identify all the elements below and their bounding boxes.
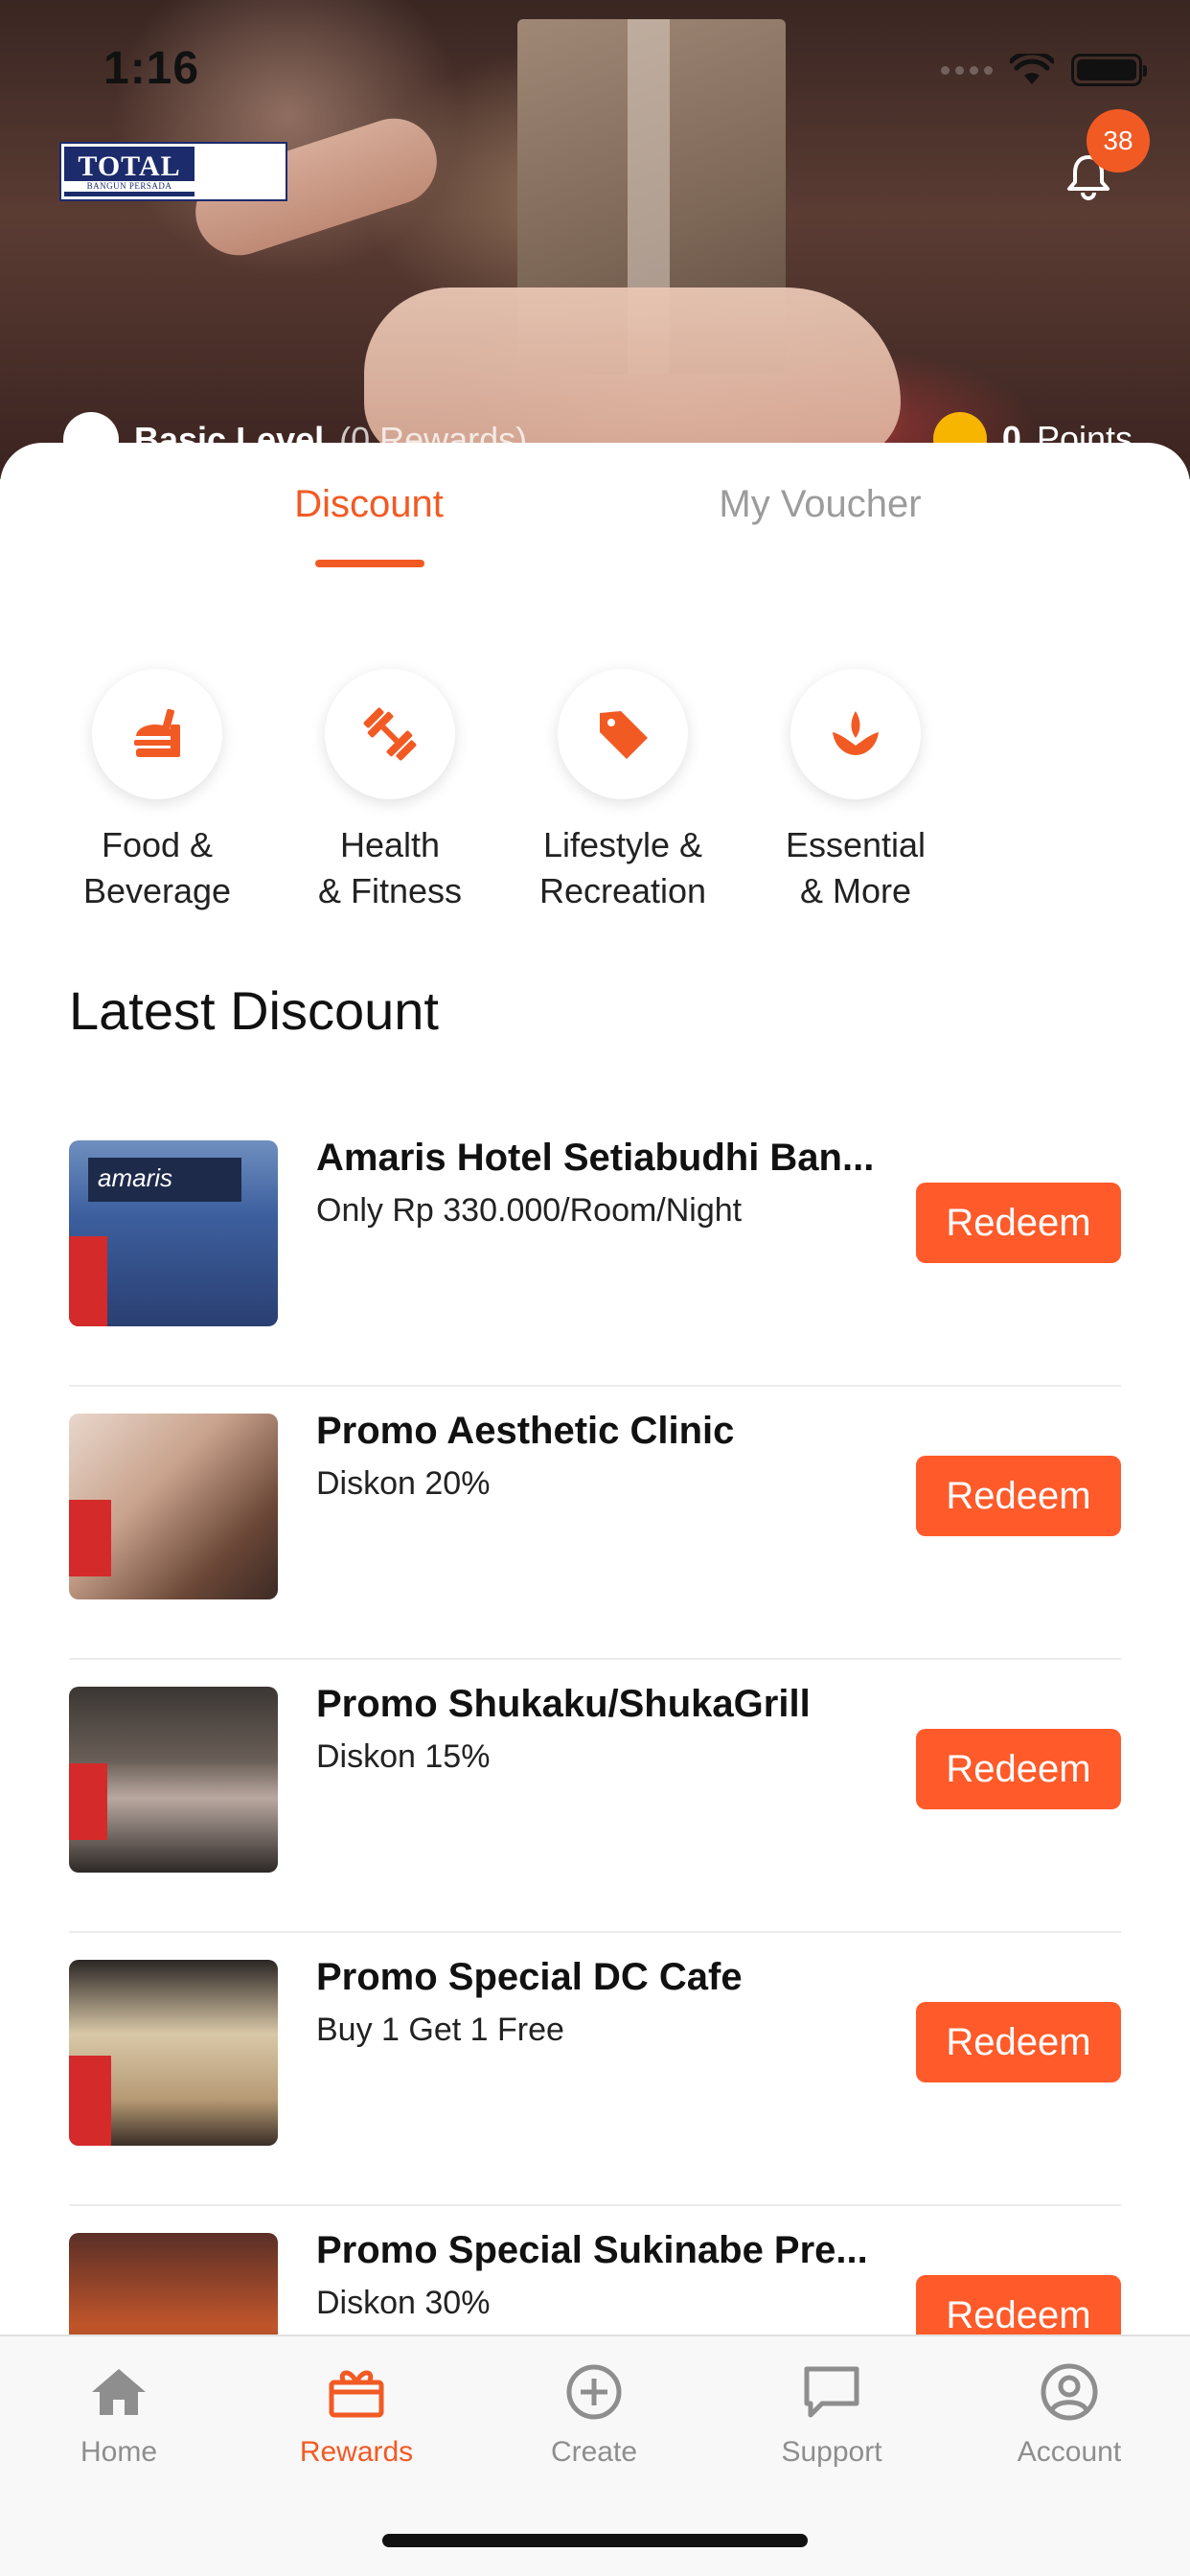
discount-title: Promo Aesthetic Clinic: [316, 1410, 735, 1452]
discount-title: Promo Special Sukinabe Pre...: [316, 2229, 868, 2271]
redeem-button[interactable]: Redeem: [916, 1183, 1121, 1263]
category-label: Lifestyle & Recreation: [538, 825, 707, 910]
tab-label: Account: [1017, 2436, 1122, 2468]
redeem-button[interactable]: Redeem: [916, 1456, 1121, 1536]
section-title-latest-discount: Latest Discount: [69, 980, 439, 1041]
status-time: 1:16: [103, 43, 200, 94]
status-icons: [941, 54, 1147, 86]
list-item[interactable]: Promo Special DC Cafe Buy 1 Get 1 Free R…: [69, 1933, 1121, 2206]
list-item[interactable]: Promo Shukaku/ShukaGrill Diskon 15% Rede…: [69, 1660, 1121, 1933]
tab-create[interactable]: Create: [498, 2361, 690, 2469]
tab-label: Home: [80, 2436, 158, 2468]
dumbbell-icon: [363, 707, 417, 761]
redeem-button[interactable]: Redeem: [916, 2002, 1121, 2082]
lotus-icon: [833, 711, 879, 755]
wifi-icon: [1010, 54, 1054, 84]
discount-title: Amaris Hotel Setiabudhi Ban...: [316, 1137, 875, 1179]
discount-thumbnail: [69, 1414, 278, 1599]
category-label: Health & Fitness: [317, 825, 463, 910]
home-indicator[interactable]: [382, 2534, 808, 2547]
tab-label: Rewards: [299, 2436, 414, 2468]
tab-discount[interactable]: Discount: [177, 483, 561, 526]
food-icon: [134, 708, 180, 757]
notification-badge: 38: [1087, 109, 1150, 172]
tab-account[interactable]: Account: [973, 2361, 1165, 2469]
list-item[interactable]: amaris Amaris Hotel Setiabudhi Ban... On…: [69, 1114, 1121, 1387]
tag-icon: [600, 711, 648, 759]
logo-title: TOTAL: [78, 150, 181, 182]
home-icon: [92, 2369, 146, 2415]
content-sheet: Discount My Voucher Food & Beverage Heal…: [0, 443, 1190, 2576]
category-label: Essential & More: [785, 825, 927, 910]
category-health-fitness[interactable]: Health & Fitness: [280, 669, 500, 914]
tab-support[interactable]: Support: [736, 2361, 927, 2469]
discount-subtitle: Buy 1 Get 1 Free: [316, 2012, 564, 2048]
category-essential-more[interactable]: Essential & More: [745, 669, 966, 914]
plus-circle-icon: [566, 2364, 622, 2420]
tab-label: Create: [550, 2436, 638, 2468]
chat-icon: [804, 2366, 859, 2418]
tab-label: Support: [781, 2436, 882, 2468]
company-logo: TOTAL BANGUN PERSADA: [59, 142, 287, 201]
tab-my-voucher[interactable]: My Voucher: [629, 483, 1012, 526]
discount-title: Promo Special DC Cafe: [316, 1956, 743, 1998]
active-tab-indicator: [315, 560, 424, 567]
segment-tabs: Discount My Voucher: [0, 443, 1190, 577]
signal-icon: [941, 65, 993, 75]
category-lifestyle-recreation[interactable]: Lifestyle & Recreation: [513, 669, 733, 914]
thumbnail-sign: amaris: [88, 1158, 241, 1202]
category-food-beverage[interactable]: Food & Beverage: [47, 669, 267, 914]
hero-banner: 1:16 TOTAL BANGUN PERSADA 38 Basic Level…: [0, 0, 1190, 479]
discount-title: Promo Shukaku/ShukaGrill: [316, 1683, 811, 1725]
list-item[interactable]: Promo Aesthetic Clinic Diskon 20% Redeem: [69, 1387, 1121, 1660]
redeem-button[interactable]: Redeem: [916, 1729, 1121, 1809]
discount-subtitle: Diskon 30%: [316, 2285, 491, 2321]
discount-subtitle: Only Rp 330.000/Room/Night: [316, 1192, 743, 1229]
gift-icon: [329, 2370, 384, 2418]
discount-subtitle: Diskon 15%: [316, 1738, 491, 1775]
discount-thumbnail: [69, 1687, 278, 1873]
tab-home[interactable]: Home: [23, 2361, 215, 2469]
battery-icon: [1071, 54, 1147, 86]
category-label: Food & Beverage: [82, 825, 232, 910]
logo-subtitle: BANGUN PERSADA: [64, 180, 195, 192]
discount-subtitle: Diskon 20%: [316, 1465, 491, 1502]
discount-thumbnail: [69, 1960, 278, 2146]
discount-thumbnail: amaris: [69, 1140, 278, 1326]
account-icon: [1041, 2363, 1098, 2421]
tab-rewards[interactable]: Rewards: [261, 2361, 452, 2469]
